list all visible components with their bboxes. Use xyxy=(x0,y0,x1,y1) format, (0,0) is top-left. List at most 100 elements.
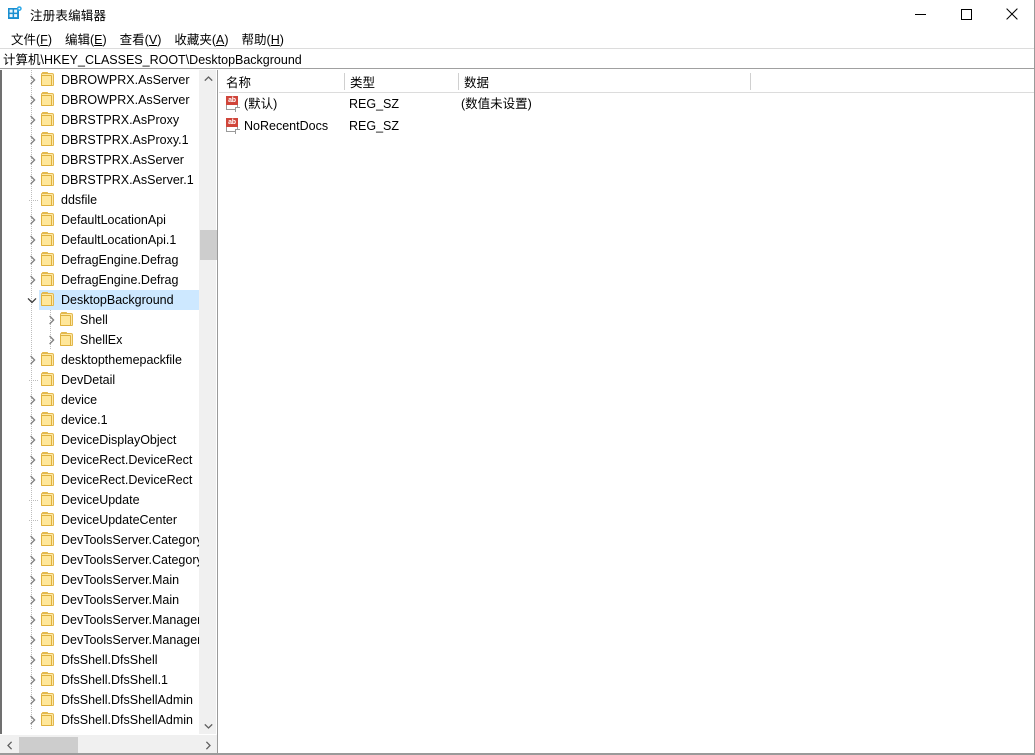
tree-horizontal-scroll-thumb[interactable] xyxy=(19,737,78,753)
chevron-right-icon[interactable] xyxy=(24,110,40,130)
column-divider-2[interactable] xyxy=(458,73,459,90)
scroll-right-icon[interactable] xyxy=(199,737,216,753)
tree-item-label: DefaultLocationApi.1 xyxy=(61,233,177,247)
chevron-right-icon[interactable] xyxy=(24,650,40,670)
tree-item[interactable]: DeviceDisplayObject xyxy=(2,430,200,450)
chevron-right-icon[interactable] xyxy=(24,430,40,450)
tree-item[interactable]: DBRSTPRX.AsProxy xyxy=(2,110,200,130)
chevron-right-icon[interactable] xyxy=(24,230,40,250)
menu-edit[interactable]: 编辑(E) xyxy=(59,28,114,49)
tree-item[interactable]: DeviceUpdate xyxy=(2,490,200,510)
chevron-right-icon[interactable] xyxy=(24,450,40,470)
close-button[interactable] xyxy=(989,0,1034,28)
tree-item[interactable]: device.1 xyxy=(2,410,200,430)
tree-item[interactable]: DeviceRect.DeviceRect xyxy=(2,450,200,470)
chevron-right-icon[interactable] xyxy=(24,570,40,590)
folder-icon xyxy=(41,272,57,287)
tree-item[interactable]: device xyxy=(2,390,200,410)
tree-item[interactable]: DevToolsServer.Category xyxy=(2,550,200,570)
menu-bar: 文件(F) 编辑(E) 查看(V) 收藏夹(A) 帮助(H) xyxy=(0,28,1034,49)
tree-item[interactable]: ShellEx xyxy=(2,330,200,350)
column-divider-3[interactable] xyxy=(750,73,751,90)
tree-item[interactable]: DBRSTPRX.AsServer.1 xyxy=(2,170,200,190)
chevron-right-icon[interactable] xyxy=(24,150,40,170)
chevron-right-icon[interactable] xyxy=(24,690,40,710)
chevron-right-icon[interactable] xyxy=(24,70,40,90)
folder-icon xyxy=(41,172,57,187)
tree-item[interactable]: DfsShell.DfsShell.1 xyxy=(2,670,200,690)
column-header-type[interactable]: 类型 xyxy=(350,70,375,93)
chevron-right-icon[interactable] xyxy=(24,530,40,550)
folder-icon xyxy=(41,152,57,167)
tree-item[interactable]: ddsfile xyxy=(2,190,200,210)
tree-item[interactable]: DevToolsServer.Category xyxy=(2,530,200,550)
tree-item[interactable]: DeviceUpdateCenter xyxy=(2,510,200,530)
chevron-right-icon[interactable] xyxy=(24,410,40,430)
tree-item[interactable]: DBROWPRX.AsServer xyxy=(2,90,200,110)
tree-item[interactable]: DevToolsServer.Manager xyxy=(2,610,200,630)
tree-item[interactable]: DBROWPRX.AsServer xyxy=(2,70,200,90)
tree-item[interactable]: DevToolsServer.Main xyxy=(2,590,200,610)
tree-item[interactable]: DesktopBackground xyxy=(2,290,200,310)
tree-vertical-scrollbar[interactable] xyxy=(199,70,217,734)
tree-item[interactable]: DeviceRect.DeviceRect xyxy=(2,470,200,490)
scroll-up-icon[interactable] xyxy=(200,70,217,87)
tree-item[interactable]: Shell xyxy=(2,310,200,330)
value-row[interactable]: ab (默认) REG_SZ (数值未设置) xyxy=(219,93,1034,115)
chevron-right-icon[interactable] xyxy=(24,250,40,270)
scroll-down-icon[interactable] xyxy=(200,717,217,734)
chevron-right-icon[interactable] xyxy=(24,210,40,230)
tree-item[interactable]: DefaultLocationApi.1 xyxy=(2,230,200,250)
chevron-right-icon[interactable] xyxy=(24,90,40,110)
tree-item[interactable]: DefragEngine.Defrag xyxy=(2,250,200,270)
chevron-right-icon[interactable] xyxy=(43,310,59,330)
chevron-right-icon[interactable] xyxy=(24,630,40,650)
chevron-right-icon[interactable] xyxy=(24,610,40,630)
value-type: REG_SZ xyxy=(349,97,400,111)
menu-view[interactable]: 查看(V) xyxy=(114,28,169,49)
tree-item[interactable]: DBRSTPRX.AsProxy.1 xyxy=(2,130,200,150)
address-bar[interactable]: 计算机\HKEY_CLASSES_ROOT\DesktopBackground xyxy=(0,48,1034,69)
chevron-right-icon[interactable] xyxy=(24,670,40,690)
registry-values-pane[interactable]: 名称 类型 数据 ab (默认) REG_SZ (数值未设置) ab NoRecentDo… xyxy=(219,70,1034,753)
menu-help[interactable]: 帮助(H) xyxy=(236,28,291,49)
maximize-button[interactable] xyxy=(943,0,989,28)
column-header-name[interactable]: 名称 xyxy=(226,70,251,93)
tree-item[interactable]: DefaultLocationApi xyxy=(2,210,200,230)
chevron-right-icon[interactable] xyxy=(43,330,59,350)
chevron-right-icon[interactable] xyxy=(24,170,40,190)
tree-item[interactable]: DBRSTPRX.AsServer xyxy=(2,150,200,170)
tree-item[interactable]: DefragEngine.Defrag xyxy=(2,270,200,290)
folder-icon xyxy=(41,452,57,467)
scroll-left-icon[interactable] xyxy=(1,737,18,753)
column-divider-1[interactable] xyxy=(344,73,345,90)
folder-icon xyxy=(41,592,57,607)
tree-item[interactable]: DevDetail xyxy=(2,370,200,390)
tree-item[interactable]: DfsShell.DfsShellAdmin xyxy=(2,710,200,730)
chevron-right-icon[interactable] xyxy=(24,130,40,150)
chevron-down-icon[interactable] xyxy=(24,290,40,310)
tree-horizontal-scrollbar[interactable] xyxy=(0,734,217,753)
tree-item[interactable]: DfsShell.DfsShellAdmin xyxy=(2,690,200,710)
chevron-right-icon[interactable] xyxy=(24,390,40,410)
value-name: (默认) xyxy=(244,97,278,111)
value-row[interactable]: ab NoRecentDocs REG_SZ xyxy=(219,115,1034,137)
tree-vertical-scroll-thumb[interactable] xyxy=(200,230,217,260)
folder-icon xyxy=(41,632,57,647)
tree-item[interactable]: DevToolsServer.Manager xyxy=(2,630,200,650)
chevron-right-icon[interactable] xyxy=(24,270,40,290)
chevron-right-icon[interactable] xyxy=(24,710,40,730)
chevron-right-icon[interactable] xyxy=(24,550,40,570)
menu-favorites[interactable]: 收藏夹(A) xyxy=(168,28,235,49)
column-header-data[interactable]: 数据 xyxy=(464,70,489,93)
chevron-right-icon[interactable] xyxy=(24,590,40,610)
registry-tree-pane[interactable]: DBROWPRX.AsServer DBROWPRX.AsServer DBRSTP… xyxy=(0,70,218,753)
tree-item-label: DBRSTPRX.AsServer xyxy=(61,153,184,167)
chevron-right-icon[interactable] xyxy=(24,470,40,490)
tree-item[interactable]: DfsShell.DfsShell xyxy=(2,650,200,670)
chevron-right-icon[interactable] xyxy=(24,350,40,370)
menu-file[interactable]: 文件(F) xyxy=(5,28,59,49)
tree-item[interactable]: DevToolsServer.Main xyxy=(2,570,200,590)
tree-item[interactable]: desktopthemepackfile xyxy=(2,350,200,370)
minimize-button[interactable] xyxy=(897,0,943,28)
